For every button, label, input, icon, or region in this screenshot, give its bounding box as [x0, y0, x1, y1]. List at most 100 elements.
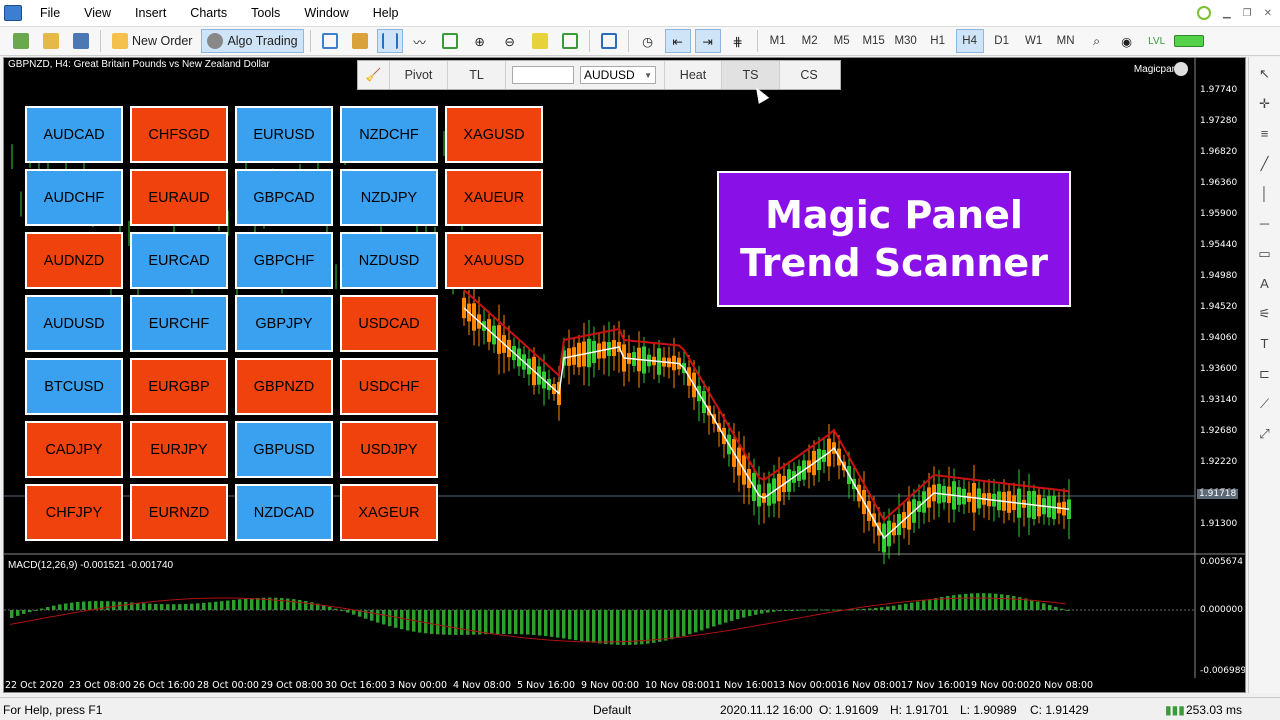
tile-audnzd[interactable]: AUDNZD	[25, 232, 123, 289]
tile-gbpnzd[interactable]: GBPNZD	[235, 358, 333, 415]
tile-nzdchf[interactable]: NZDCHF	[340, 106, 438, 163]
tile-windows-icon[interactable]	[596, 29, 622, 53]
chart-window-icon[interactable]	[317, 29, 343, 53]
indicators-icon[interactable]	[437, 29, 463, 53]
grid-icon[interactable]: ⋕	[725, 29, 751, 53]
fibonacci-icon[interactable]: ≡	[1256, 125, 1274, 143]
menu-tools[interactable]: Tools	[239, 0, 292, 27]
menu-charts[interactable]: Charts	[178, 0, 239, 27]
tile-chfjpy[interactable]: CHFJPY	[25, 484, 123, 541]
profiles-icon[interactable]	[38, 29, 64, 53]
line-chart-icon[interactable]: 〰	[407, 29, 433, 53]
tile-xaueur[interactable]: XAUEUR	[445, 169, 543, 226]
bar-chart-icon[interactable]	[376, 29, 403, 53]
crosshair-icon[interactable]: ✛	[1256, 95, 1274, 113]
menu-file[interactable]: File	[28, 0, 72, 27]
tile-audcad[interactable]: AUDCAD	[25, 106, 123, 163]
templates-icon[interactable]	[557, 29, 583, 53]
close-icon[interactable]: ✕	[1264, 8, 1272, 19]
tile-usdcad[interactable]: USDCAD	[340, 295, 438, 352]
minimize-icon[interactable]: ▁	[1223, 8, 1231, 19]
tile-chfsgd[interactable]: CHFSGD	[130, 106, 228, 163]
tf-d1[interactable]: D1	[988, 29, 1016, 53]
tile-xauusd[interactable]: XAUUSD	[445, 232, 543, 289]
tf-w1[interactable]: W1	[1020, 29, 1048, 53]
menu-insert[interactable]: Insert	[123, 0, 178, 27]
tile-usdchf[interactable]: USDCHF	[340, 358, 438, 415]
tile-xageur[interactable]: XAGEUR	[340, 484, 438, 541]
pitchfork-icon[interactable]: ⟋	[1256, 395, 1274, 413]
tf-m1[interactable]: M1	[764, 29, 792, 53]
rectangle-icon[interactable]: ▭	[1256, 245, 1274, 263]
new-order-button[interactable]: New Order	[107, 29, 197, 53]
data-window-icon[interactable]	[347, 29, 373, 53]
pivot-button[interactable]: Pivot	[390, 61, 448, 89]
tile-nzdcad[interactable]: NZDCAD	[235, 484, 333, 541]
tile-eurchf[interactable]: EURCHF	[130, 295, 228, 352]
tile-nzdjpy[interactable]: NZDJPY	[340, 169, 438, 226]
macd-bar	[970, 593, 974, 610]
script-icon[interactable]	[527, 29, 553, 53]
cursor-icon[interactable]: ↖	[1256, 65, 1274, 83]
panel-text-input[interactable]	[512, 66, 574, 84]
zoom-in-icon[interactable]: ⊕	[467, 29, 493, 53]
tile-eurusd[interactable]: EURUSD	[235, 106, 333, 163]
text-label-icon[interactable]: T	[1256, 335, 1274, 353]
macd-bar	[382, 610, 386, 625]
update-icon[interactable]	[1196, 6, 1211, 20]
tile-eurcad[interactable]: EURCAD	[130, 232, 228, 289]
cs-button[interactable]: CS	[780, 61, 838, 89]
channel-icon[interactable]: ⊏	[1256, 365, 1274, 383]
tl-button[interactable]: TL	[448, 61, 506, 89]
ts-button[interactable]: TS	[722, 61, 780, 89]
menu-help[interactable]: Help	[361, 0, 411, 27]
tile-btcusd[interactable]: BTCUSD	[25, 358, 123, 415]
shapes-icon[interactable]: ⚟	[1256, 305, 1274, 323]
menu-window[interactable]: Window	[292, 0, 360, 27]
lvl-icon[interactable]: LVL	[1144, 29, 1170, 53]
chart-shift-icon[interactable]: ⇥	[694, 29, 721, 53]
tile-eurnzd[interactable]: EURNZD	[130, 484, 228, 541]
tf-mn[interactable]: MN	[1052, 29, 1080, 53]
tf-m30[interactable]: M30	[892, 29, 920, 53]
periods-icon[interactable]: ◷	[635, 29, 661, 53]
search-icon[interactable]: ⌕	[1084, 29, 1110, 53]
trendline-icon[interactable]: ╱	[1256, 155, 1274, 173]
tile-cadjpy[interactable]: CADJPY	[25, 421, 123, 478]
market-watch-icon[interactable]	[68, 29, 94, 53]
autoscroll-icon[interactable]: ⇤	[664, 29, 691, 53]
tile-eurgbp[interactable]: EURGBP	[130, 358, 228, 415]
tile-audchf[interactable]: AUDCHF	[25, 169, 123, 226]
tile-usdjpy[interactable]: USDJPY	[340, 421, 438, 478]
tf-m15[interactable]: M15	[860, 29, 888, 53]
tile-xagusd[interactable]: XAGUSD	[445, 106, 543, 163]
tf-h4[interactable]: H4	[955, 29, 984, 53]
restore-icon[interactable]: ❐	[1243, 8, 1252, 19]
tile-eurjpy[interactable]: EURJPY	[130, 421, 228, 478]
text-icon[interactable]: A	[1256, 275, 1274, 293]
menu-view[interactable]: View	[72, 0, 123, 27]
vertical-line-icon[interactable]: │	[1256, 185, 1274, 203]
account-icon[interactable]: ◉	[1114, 29, 1140, 53]
tile-nzdusd[interactable]: NZDUSD	[340, 232, 438, 289]
symbol-select[interactable]: AUDUSD ▼	[580, 66, 656, 84]
tile-euraud[interactable]: EURAUD	[130, 169, 228, 226]
tile-gbpchf[interactable]: GBPCHF	[235, 232, 333, 289]
macd-bar	[34, 610, 38, 611]
macd-bar	[214, 601, 218, 610]
algo-trading-button[interactable]: Algo Trading	[201, 29, 304, 53]
macd-bar	[1066, 610, 1070, 611]
tf-m5[interactable]: M5	[828, 29, 856, 53]
broom-icon[interactable]: 🧹	[358, 61, 390, 89]
heat-button[interactable]: Heat	[664, 61, 722, 89]
tile-gbpjpy[interactable]: GBPJPY	[235, 295, 333, 352]
tf-m2[interactable]: M2	[796, 29, 824, 53]
arrows-icon[interactable]: ⤢	[1256, 425, 1274, 443]
tile-gbpusd[interactable]: GBPUSD	[235, 421, 333, 478]
horizontal-line-icon[interactable]: ─	[1256, 215, 1274, 233]
zoom-out-icon[interactable]: ⊖	[497, 29, 523, 53]
new-chart-icon[interactable]	[8, 29, 34, 53]
tile-audusd[interactable]: AUDUSD	[25, 295, 123, 352]
tile-gbpcad[interactable]: GBPCAD	[235, 169, 333, 226]
tf-h1[interactable]: H1	[924, 29, 952, 53]
